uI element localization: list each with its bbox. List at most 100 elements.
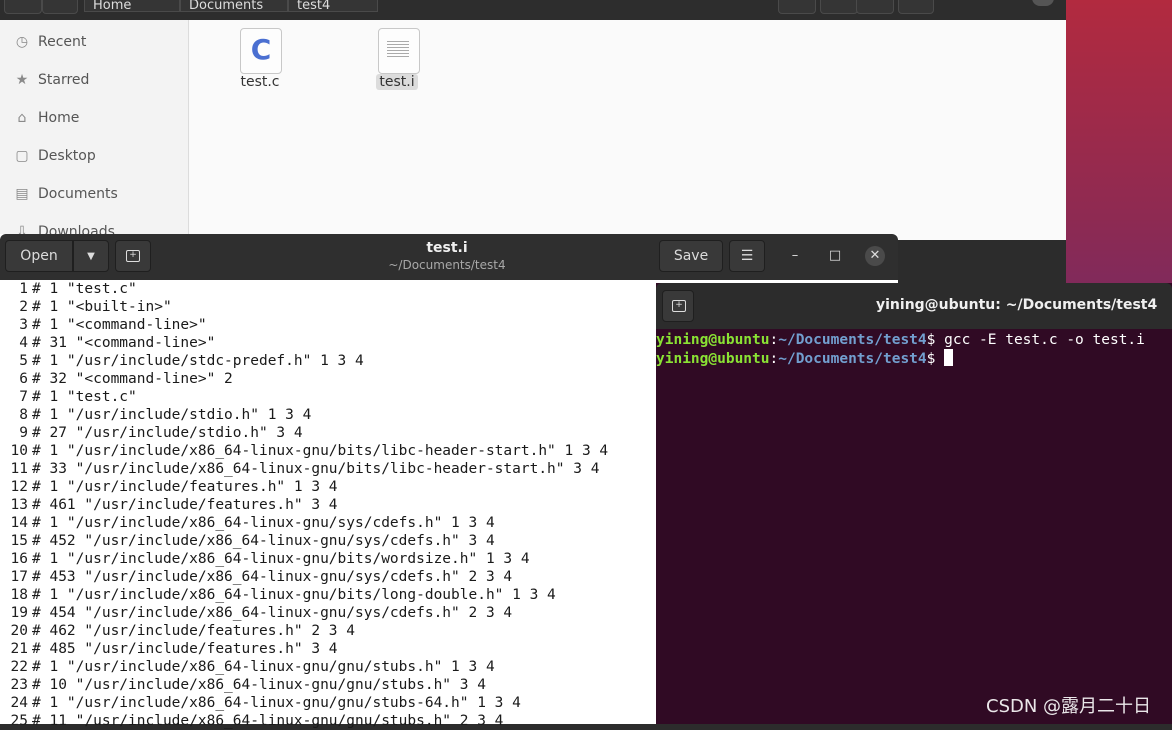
line-number: 14 (10, 515, 28, 531)
sidebar-item-recent[interactable]: ◷ Recent (14, 30, 87, 54)
line-text: # 31 "<command-line>" (32, 335, 216, 351)
line-text: # 454 "/usr/include/x86_64-linux-gnu/sys… (32, 605, 513, 621)
c-source-file-icon[interactable]: C (240, 28, 282, 74)
open-button[interactable]: Open (5, 240, 73, 272)
menu-button[interactable] (898, 0, 934, 14)
line-number: 25 (10, 713, 28, 729)
close-icon[interactable]: ✕ (865, 246, 885, 266)
c-letter: C (250, 33, 272, 66)
line-number: 11 (10, 461, 28, 477)
line-text: # 1 "/usr/include/x86_64-linux-gnu/bits/… (32, 587, 556, 603)
line-number: 19 (10, 605, 28, 621)
line-text: # 1 "<built-in>" (32, 299, 172, 315)
line-text: # 33 "/usr/include/x86_64-linux-gnu/bits… (32, 461, 600, 477)
line-number: 20 (10, 623, 28, 639)
terminal-window: + yining@ubuntu: ~/Documents/test4 yinin… (656, 283, 1172, 724)
terminal-headerbar: + yining@ubuntu: ~/Documents/test4 (656, 283, 1172, 329)
line-number: 9 (19, 425, 28, 441)
line-text: # 1 "/usr/include/x86_64-linux-gnu/gnu/s… (32, 659, 495, 675)
files-window: Home Documents test4 ◷ Recent ★ Starred … (0, 0, 1066, 240)
line-text: # 1 "/usr/include/x86_64-linux-gnu/sys/c… (32, 515, 495, 531)
text-cursor (944, 349, 954, 366)
prompt-user: yining@ubuntu (656, 332, 770, 348)
line-text: # 1 "/usr/include/stdc-predef.h" 1 3 4 (32, 353, 364, 369)
line-number: 17 (10, 569, 28, 585)
search-button[interactable] (778, 0, 816, 14)
terminal-title: yining@ubuntu: ~/Documents/test4 (876, 297, 1158, 313)
line-text: # 453 "/usr/include/x86_64-linux-gnu/sys… (32, 569, 513, 585)
line-number: 22 (10, 659, 28, 675)
new-tab-button[interactable]: + (662, 290, 694, 322)
breadcrumb-documents[interactable]: Documents (180, 0, 288, 13)
line-number: 1 (19, 281, 28, 297)
close-icon[interactable] (1032, 0, 1054, 6)
line-number: 21 (10, 641, 28, 657)
view-options-button[interactable] (820, 0, 858, 14)
sidebar-item-label: Starred (38, 72, 90, 88)
terminal-command: gcc -E test.c -o test.i (944, 332, 1145, 348)
line-number: 6 (19, 371, 28, 387)
files-headerbar: Home Documents test4 (0, 0, 1066, 20)
file-name-test-i[interactable]: test.i (376, 74, 418, 90)
terminal-output[interactable]: yining@ubuntu:~/Documents/test4$ gcc -E … (656, 331, 1172, 367)
line-text: # 10 "/usr/include/x86_64-linux-gnu/gnu/… (32, 677, 486, 693)
save-button[interactable]: Save (659, 240, 723, 272)
breadcrumb-home[interactable]: Home (84, 0, 180, 13)
view-toggle-button[interactable] (856, 0, 894, 14)
line-text: # 1 "test.c" (32, 281, 137, 297)
line-number: 2 (19, 299, 28, 315)
sidebar-item-desktop[interactable]: ▢ Desktop (14, 144, 95, 168)
prompt-path: ~/Documents/test4 (778, 351, 927, 367)
line-text: # 1 "/usr/include/x86_64-linux-gnu/gnu/s… (32, 695, 521, 711)
file-name-test-c[interactable]: test.c (230, 74, 290, 90)
line-text: # 462 "/usr/include/features.h" 2 3 4 (32, 623, 356, 639)
line-number: 13 (10, 497, 28, 513)
clock-icon: ◷ (15, 34, 29, 50)
line-number: 16 (10, 551, 28, 567)
sidebar-item-home[interactable]: ⌂ Home (14, 106, 80, 130)
line-text: # 1 "<command-line>" (32, 317, 207, 333)
files-sidebar: ◷ Recent ★ Starred ⌂ Home ▢ Desktop ▤ Do… (0, 20, 189, 240)
sidebar-item-label: Home (38, 110, 80, 126)
line-number: 15 (10, 533, 28, 549)
watermark: CSDN @露月二十日 (986, 696, 1152, 717)
new-tab-button[interactable]: + (115, 240, 151, 272)
line-text: # 1 "/usr/include/features.h" 1 3 4 (32, 479, 338, 495)
line-number: 3 (19, 317, 28, 333)
hamburger-menu-button[interactable]: ☰ (729, 240, 765, 272)
maximize-icon[interactable]: □ (825, 246, 845, 266)
sidebar-item-documents[interactable]: ▤ Documents (14, 182, 118, 206)
sidebar-item-label: Recent (38, 34, 87, 50)
prompt-path: ~/Documents/test4 (778, 332, 927, 348)
line-number: 18 (10, 587, 28, 603)
new-tab-icon: + (672, 300, 686, 312)
line-text: # 32 "<command-line>" 2 (32, 371, 233, 387)
line-text: # 1 "/usr/include/x86_64-linux-gnu/bits/… (32, 443, 609, 459)
line-text: # 1 "/usr/include/x86_64-linux-gnu/bits/… (32, 551, 530, 567)
line-text: # 1 "test.c" (32, 389, 137, 405)
sidebar-item-label: Documents (38, 186, 118, 202)
prompt-user: yining@ubuntu (656, 351, 770, 367)
line-text: # 485 "/usr/include/features.h" 3 4 (32, 641, 338, 657)
sidebar-item-starred[interactable]: ★ Starred (14, 68, 90, 92)
minimize-icon[interactable]: – (785, 246, 805, 266)
terminal-line: yining@ubuntu:~/Documents/test4$ (656, 349, 1172, 367)
line-number: 4 (19, 335, 28, 351)
back-button[interactable] (4, 0, 42, 14)
open-recent-dropdown[interactable]: ▼ (73, 240, 109, 272)
line-number: 23 (10, 677, 28, 693)
editor-headerbar: Open ▼ + test.i ~/Documents/test4 Save ☰… (0, 234, 898, 280)
forward-button[interactable] (42, 0, 78, 14)
line-number: 8 (19, 407, 28, 423)
text-file-icon[interactable] (378, 28, 420, 74)
line-number: 10 (10, 443, 28, 459)
line-number: 24 (10, 695, 28, 711)
chevron-down-icon: ▼ (87, 250, 95, 262)
line-text: # 1 "/usr/include/stdio.h" 1 3 4 (32, 407, 312, 423)
breadcrumb-test4[interactable]: test4 (288, 0, 378, 13)
document-icon: ▤ (15, 186, 29, 202)
line-number: 5 (19, 353, 28, 369)
editor-title: test.i (426, 240, 468, 256)
hamburger-icon: ☰ (740, 248, 754, 264)
terminal-line: yining@ubuntu:~/Documents/test4$ gcc -E … (656, 332, 1145, 348)
